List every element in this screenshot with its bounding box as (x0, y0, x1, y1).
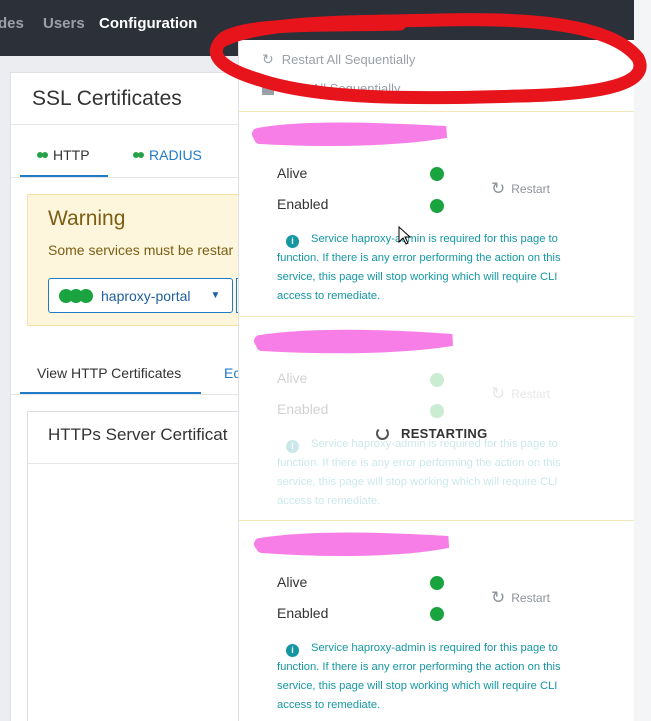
info-text: Service haproxy-admin is required for th… (277, 438, 561, 507)
red-annotation-circle (209, 13, 647, 105)
info-icon: i (286, 644, 299, 657)
restart-label: Restart (511, 182, 550, 196)
enabled-status-icon (430, 199, 444, 213)
service-status-dots-icon (59, 288, 93, 303)
redaction-mark (254, 329, 453, 354)
restart-button[interactable]: ↻ Restart (491, 588, 550, 608)
restart-icon: ↻ (491, 179, 506, 198)
https-certificate-card (27, 411, 239, 721)
nav-item-configuration[interactable]: Configuration (99, 15, 197, 32)
alive-label: Alive (277, 165, 308, 181)
info-icon: i (286, 235, 299, 248)
restart-label: Restart (511, 387, 550, 401)
haproxy-portal-service-button[interactable]: haproxy-portal ▼ (48, 278, 233, 313)
info-text: Service haproxy-admin is required for th… (277, 233, 561, 302)
nav-item-users[interactable]: Users (43, 15, 85, 32)
redaction-mark (254, 532, 450, 556)
nav-item-nodes[interactable]: des (0, 15, 24, 32)
info-text: Service haproxy-admin is required for th… (277, 642, 561, 711)
divider (11, 124, 239, 125)
https-card-title: HTTPs Server Certificat (48, 425, 228, 444)
enabled-label: Enabled (277, 605, 329, 621)
section-divider (238, 520, 634, 521)
status-dots-icon (133, 152, 144, 158)
restart-button[interactable]: ↻ Restart (491, 179, 550, 199)
enabled-label: Enabled (277, 401, 329, 417)
alive-label: Alive (277, 574, 308, 590)
info-message: i Service haproxy-admin is required for t… (277, 435, 577, 511)
restarting-label: RESTARTING (401, 426, 488, 441)
restart-icon: ↻ (491, 384, 506, 403)
tab-view-http-certificates[interactable]: View HTTP Certificates (37, 365, 181, 381)
enabled-status-icon (430, 607, 444, 621)
alive-status-icon (430, 373, 444, 387)
warning-title: Warning (48, 207, 126, 230)
enabled-label: Enabled (277, 196, 329, 212)
alive-label: Alive (277, 370, 308, 386)
tab-radius[interactable]: RADIUS (133, 147, 202, 163)
redaction-mark (252, 122, 448, 146)
restarting-overlay: RESTARTING (376, 426, 488, 441)
spinner-icon (376, 427, 389, 440)
divider (11, 394, 239, 395)
caret-down-icon: ▼ (210, 290, 221, 301)
restart-label: Restart (511, 591, 550, 605)
tab-http[interactable]: HTTP (37, 147, 90, 163)
divider (11, 177, 239, 178)
info-icon: i (286, 440, 299, 453)
info-message: i Service haproxy-admin is required for t… (277, 230, 577, 306)
section-divider (238, 316, 634, 317)
warning-text: Some services must be restar (48, 242, 234, 258)
status-dots-icon (37, 152, 48, 158)
divider (28, 463, 238, 464)
alive-status-icon (430, 167, 444, 181)
tab-http-label: HTTP (53, 147, 90, 163)
restart-button[interactable]: ↻ Restart (491, 384, 550, 404)
alive-status-icon (430, 576, 444, 590)
info-message: i Service haproxy-admin is required for t… (277, 639, 577, 715)
enabled-status-icon (430, 404, 444, 418)
service-button-label: haproxy-portal (101, 287, 191, 304)
restart-icon: ↻ (491, 588, 506, 607)
tab-radius-label: RADIUS (149, 147, 202, 163)
mouse-cursor-icon (398, 226, 412, 245)
page-title: SSL Certificates (32, 87, 182, 110)
